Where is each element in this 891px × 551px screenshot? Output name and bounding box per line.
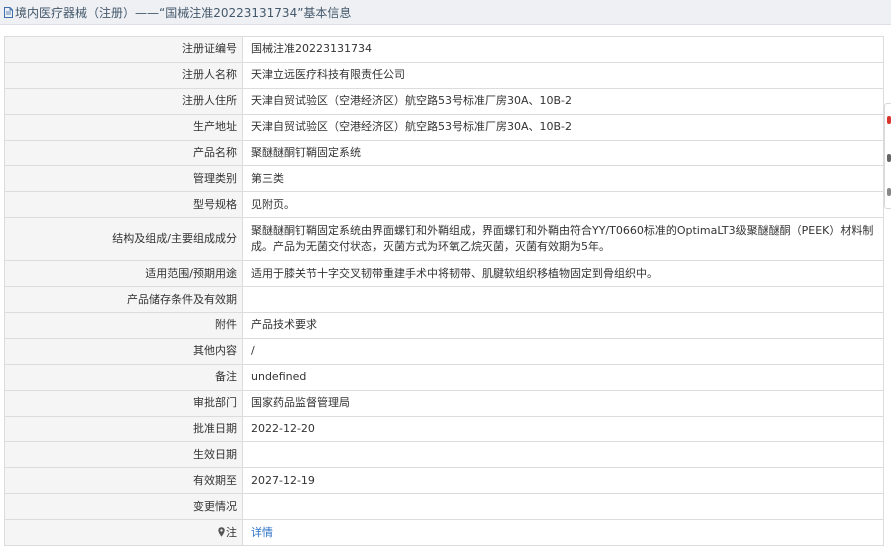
field-value: 适用于膝关节十字交叉韧带重建手术中将韧带、肌腱软组织移植物固定到骨组织中。 (242, 260, 884, 288)
info-table: 注册证编号 国械注准20223131734 注册人名称 天津立远医疗科技有限责任… (4, 36, 884, 547)
field-label: 注册人住所 (4, 87, 243, 115)
table-row: 其他内容 / (4, 337, 884, 365)
field-label: 产品名称 (4, 139, 243, 167)
field-label: 其他内容 (4, 337, 243, 365)
table-row: 型号规格 见附页。 (4, 191, 884, 219)
field-label: 生效日期 (4, 441, 243, 469)
field-label: 审批部门 (4, 389, 243, 417)
field-value: 2027-12-19 (242, 467, 884, 495)
note-label-cell: 注 (4, 519, 243, 547)
field-label: 结构及组成/主要组成成分 (4, 217, 243, 262)
field-value: undefined (242, 363, 884, 391)
field-value: 2022-12-20 (242, 415, 884, 443)
field-value: 国家药品监督管理局 (242, 389, 884, 417)
table-row: 注册人名称 天津立远医疗科技有限责任公司 (4, 61, 884, 89)
field-value: 天津自贸试验区（空港经济区）航空路53号标准厂房30A、10B-2 (242, 87, 884, 115)
field-label: 型号规格 (4, 191, 243, 219)
table-row: 备注 undefined (4, 363, 884, 391)
field-value: 见附页。 (242, 191, 884, 219)
table-row: 有效期至 2027-12-19 (4, 467, 884, 495)
table-row: 审批部门 国家药品监督管理局 (4, 389, 884, 417)
field-label: 适用范围/预期用途 (4, 260, 243, 288)
table-row: 结构及组成/主要组成成分 聚醚醚酮钉鞘固定系统由界面螺钉和外鞘组成，界面螺钉和外… (4, 217, 884, 262)
field-value: 国械注准20223131734 (242, 36, 884, 63)
table-row: 批准日期 2022-12-20 (4, 415, 884, 443)
table-row: 注册人住所 天津自贸试验区（空港经济区）航空路53号标准厂房30A、10B-2 (4, 87, 884, 115)
field-value: / (242, 337, 884, 365)
field-value: 天津自贸试验区（空港经济区）航空路53号标准厂房30A、10B-2 (242, 113, 884, 141)
side-tool-icon[interactable] (887, 188, 891, 196)
field-label: 有效期至 (4, 467, 243, 495)
field-label: 管理类别 (4, 165, 243, 193)
side-tool-icon[interactable] (887, 116, 891, 124)
page-title: 境内医疗器械（注册）——“国械注准20223131734”基本信息 (15, 5, 352, 20)
table-row: 生效日期 (4, 441, 884, 469)
field-value: 第三类 (242, 165, 884, 193)
field-label: 注册人名称 (4, 61, 243, 89)
field-label: 注册证编号 (4, 36, 243, 63)
field-label: 备注 (4, 363, 243, 391)
table-row: 变更情况 (4, 493, 884, 521)
table-row: 注册证编号 国械注准20223131734 (4, 36, 884, 63)
page-header: 境内医疗器械（注册）——“国械注准20223131734”基本信息 (0, 0, 891, 25)
field-value (242, 493, 884, 521)
field-label: 产品储存条件及有效期 (4, 286, 243, 314)
field-label: 变更情况 (4, 493, 243, 521)
note-value-cell: 详情 (242, 519, 884, 547)
pin-icon (218, 526, 225, 537)
field-label: 附件 (4, 312, 243, 339)
side-tool-icon[interactable] (887, 154, 891, 162)
details-link[interactable]: 详情 (251, 526, 273, 539)
field-value (242, 286, 884, 314)
field-value: 天津立远医疗科技有限责任公司 (242, 61, 884, 89)
table-row: 附件 产品技术要求 (4, 312, 884, 339)
field-label: 批准日期 (4, 415, 243, 443)
field-value: 聚醚醚酮钉鞘固定系统由界面螺钉和外鞘组成，界面螺钉和外鞘由符合YY/T0660标… (242, 217, 884, 262)
field-label: 生产地址 (4, 113, 243, 141)
field-value (242, 441, 884, 469)
table-row: 管理类别 第三类 (4, 165, 884, 193)
field-value: 产品技术要求 (242, 312, 884, 339)
table-row-note: 注 详情 (4, 519, 884, 547)
table-row: 产品储存条件及有效期 (4, 286, 884, 314)
table-row: 产品名称 聚醚醚酮钉鞘固定系统 (4, 139, 884, 167)
document-icon (4, 6, 13, 18)
note-label: 注 (226, 525, 237, 539)
side-toolbar-edge[interactable] (884, 103, 891, 209)
table-row: 适用范围/预期用途 适用于膝关节十字交叉韧带重建手术中将韧带、肌腱软组织移植物固… (4, 260, 884, 288)
table-row: 生产地址 天津自贸试验区（空港经济区）航空路53号标准厂房30A、10B-2 (4, 113, 884, 141)
field-value: 聚醚醚酮钉鞘固定系统 (242, 139, 884, 167)
